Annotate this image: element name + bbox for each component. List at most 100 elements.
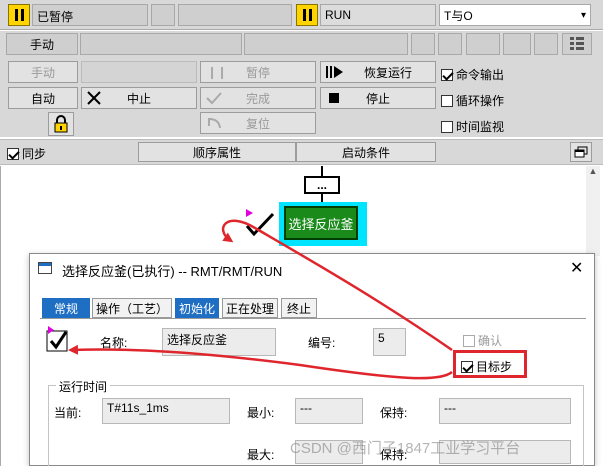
tag-select-value: T与O: [444, 8, 473, 23]
stop-button[interactable]: 停止: [320, 87, 436, 109]
tab-general[interactable]: 常规: [42, 298, 90, 318]
cyclic-checkbox[interactable]: 循环操作: [441, 92, 504, 109]
state-field: 已暂停: [32, 4, 148, 26]
name-value: 选择反应釜: [167, 333, 228, 347]
pause-button-label: 暂停: [245, 65, 270, 80]
transition-label: ...: [316, 178, 327, 192]
scroll-up-icon: ▲: [588, 166, 598, 176]
name-field[interactable]: 选择反应釜: [162, 328, 276, 356]
number-label: 编号:: [308, 336, 336, 350]
min-value: ---: [300, 401, 312, 415]
blank-button: [81, 61, 197, 83]
grid-icon: [570, 37, 584, 50]
sequence-properties-label: 顺序属性: [192, 145, 241, 160]
reset-button-label: 复位: [245, 116, 270, 131]
step-check-icon: [46, 326, 68, 352]
tab-terminate-label: 终止: [286, 301, 311, 316]
current-field: T#11s_1ms: [102, 398, 230, 424]
grid-view-button[interactable]: [562, 33, 592, 55]
sfc-step-select-reactor[interactable]: 选择反应釜: [284, 206, 358, 240]
pause-button[interactable]: ❙❙ 暂停: [200, 61, 316, 83]
complete-button-label: 完成: [245, 91, 270, 106]
tab-processing[interactable]: 正在处理: [222, 298, 278, 318]
checkbox-box: [441, 94, 453, 107]
tab-divider: [40, 318, 586, 319]
mode-label-cell: 手动: [6, 33, 78, 55]
sfc-link-top: [321, 166, 323, 176]
checkbox-box: [441, 120, 453, 133]
watermark: CSDN @西门子1847工业学习平台: [290, 440, 521, 457]
abort-button[interactable]: 中止: [81, 87, 197, 109]
abort-button-label: 中止: [126, 91, 151, 106]
checkbox-box: [461, 360, 473, 373]
tab-general-label: 常规: [53, 301, 78, 316]
mode-text: RUN: [325, 8, 351, 22]
state-text: 已暂停: [37, 10, 74, 24]
sfc-link-mid: [321, 194, 323, 202]
sync-checkbox[interactable]: 同步: [7, 145, 46, 162]
reset-button[interactable]: 复位: [200, 112, 316, 134]
toolbar-cell-5: [466, 33, 500, 55]
min-field: ---: [295, 398, 363, 424]
abort-icon: [87, 91, 101, 105]
step-properties-dialog: 选择反应釜(已执行) -- RMT/RMT/RUN ✕ 常规 操作（工艺） 初始…: [29, 253, 595, 466]
complete-button[interactable]: 完成: [200, 87, 316, 109]
toolbar-cell-1: [80, 33, 242, 55]
max-label: 最大:: [247, 448, 275, 462]
undo-icon: [208, 118, 221, 129]
number-field[interactable]: 5: [373, 328, 406, 356]
start-condition-button[interactable]: 启动条件: [296, 142, 436, 162]
target-step-label: 目标步: [476, 360, 513, 374]
current-value: T#11s_1ms: [107, 401, 169, 415]
lock-button[interactable]: [48, 112, 74, 136]
canvas-scrollbar[interactable]: ▲: [586, 166, 600, 256]
name-label: 名称:: [100, 336, 128, 350]
tag-select[interactable]: T与O ▾: [439, 4, 591, 26]
number-value: 5: [378, 331, 385, 345]
step-label: 选择反应釜: [288, 216, 354, 232]
tab-operation[interactable]: 操作（工艺）: [92, 298, 172, 318]
resume-button[interactable]: 恢复运行: [320, 61, 436, 83]
mode-field: RUN: [320, 4, 436, 26]
lock-icon: [54, 115, 68, 133]
target-step-checkbox[interactable]: 目标步: [461, 358, 512, 375]
confirm-label: 确认: [478, 334, 503, 348]
hold-label: 保持:: [380, 406, 408, 420]
confirm-checkbox[interactable]: 确认: [463, 332, 502, 349]
resume-icon: [326, 66, 343, 78]
stop-button-label: 停止: [365, 91, 390, 106]
tab-init[interactable]: 初始化: [175, 298, 219, 318]
tab-processing-label: 正在处理: [225, 301, 274, 316]
time-monitor-label: 时间监视: [456, 120, 505, 134]
sequence-properties-button[interactable]: 顺序属性: [138, 142, 296, 162]
toolbar-cell-4: [438, 33, 462, 55]
restore-window-icon: [574, 146, 588, 158]
cmd-output-label: 命令输出: [456, 68, 505, 82]
time-monitor-checkbox[interactable]: 时间监视: [441, 118, 504, 135]
pause-icon: ❙❙: [207, 65, 228, 79]
stop-icon: [329, 93, 339, 103]
manual-button[interactable]: 手动: [8, 61, 78, 83]
status-cell-1: [151, 4, 175, 26]
toolbar-cell-6: [503, 33, 531, 55]
hold-field: ---: [439, 398, 571, 424]
start-condition-label: 启动条件: [341, 145, 390, 160]
close-icon[interactable]: ✕: [570, 258, 583, 278]
toolbar-cell-2: [244, 33, 408, 55]
dialog-title: 选择反应釜(已执行) -- RMT/RMT/RUN: [62, 264, 283, 279]
status-cell-2: [178, 4, 292, 26]
restore-window-button[interactable]: [570, 142, 592, 162]
tab-init-label: 初始化: [178, 301, 215, 316]
auto-button[interactable]: 自动: [8, 87, 78, 109]
current-label: 当前:: [54, 406, 82, 420]
tab-terminate[interactable]: 终止: [281, 298, 317, 318]
checkbox-box: [463, 334, 475, 347]
cyclic-label: 循环操作: [456, 94, 505, 108]
toolbar-cell-7: [534, 33, 558, 55]
runtime-group-title: 运行时间: [56, 378, 111, 395]
sfc-transition[interactable]: ...: [304, 176, 340, 194]
auto-button-label: 自动: [30, 91, 55, 106]
cmd-output-checkbox[interactable]: 命令输出: [441, 66, 504, 83]
checkbox-box: [7, 147, 19, 160]
step-target-marker-icon: [245, 209, 275, 237]
